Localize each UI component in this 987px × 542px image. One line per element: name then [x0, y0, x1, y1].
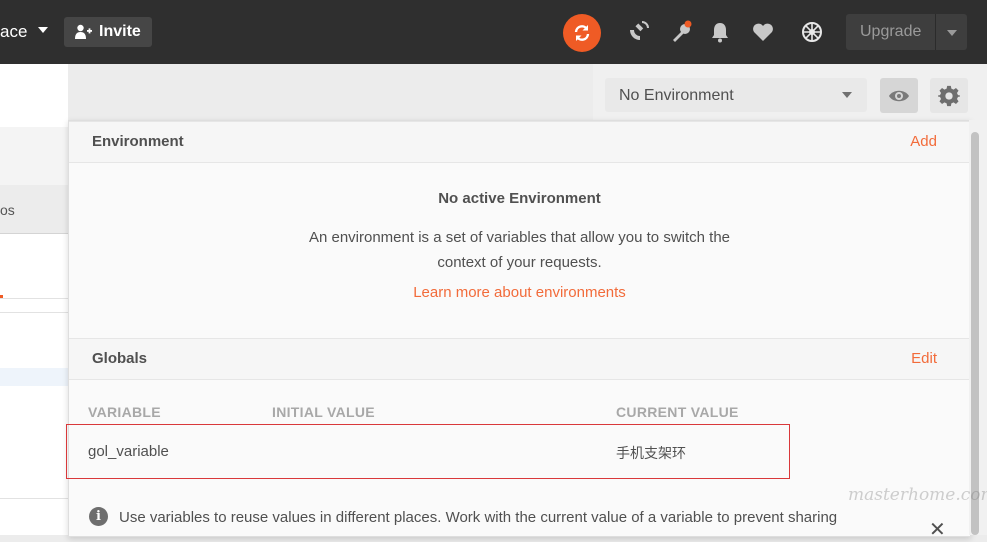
eye-icon: [889, 90, 909, 102]
upgrade-divider: [935, 14, 936, 50]
sync-button[interactable]: [563, 14, 601, 52]
upgrade-button[interactable]: Upgrade: [846, 14, 967, 50]
sidebar-header-row: [0, 127, 68, 186]
watermark: masterhome.com: [848, 485, 987, 505]
sidebar-divider: [0, 298, 68, 299]
scrollbar-thumb[interactable]: [971, 132, 979, 535]
current-value-cell: 手机支架环: [616, 446, 686, 462]
upgrade-dropdown-icon[interactable]: [947, 30, 957, 36]
invite-button[interactable]: Invite: [64, 17, 152, 47]
sidebar-divider: [0, 498, 68, 499]
manage-environments-button[interactable]: [930, 78, 968, 113]
satellite-icon[interactable]: [626, 20, 650, 44]
sidebar-tab[interactable]: os: [0, 185, 68, 234]
gear-icon: [938, 85, 960, 107]
top-bar: ace Invite Upgrade: [0, 0, 987, 64]
empty-state-title: No active Environment: [438, 190, 601, 207]
empty-state-description: An environment is a set of variables tha…: [308, 229, 731, 246]
environment-quick-look-button[interactable]: [880, 78, 918, 113]
learn-more-link[interactable]: Learn more about environments: [69, 284, 970, 301]
settings-wheel-icon[interactable]: [800, 20, 824, 44]
chevron-down-icon: [842, 92, 852, 98]
add-environment-link[interactable]: Add: [910, 133, 937, 150]
environment-select-value: No Environment: [619, 87, 734, 104]
environment-select[interactable]: No Environment: [605, 78, 867, 112]
workspace-label[interactable]: ace: [0, 22, 27, 42]
sync-icon: [574, 25, 590, 41]
info-icon: i: [89, 507, 108, 526]
column-header-initial-value: INITIAL VALUE: [272, 404, 375, 420]
column-header-current-value: CURRENT VALUE: [616, 404, 739, 420]
sidebar-indicator: [0, 295, 3, 298]
variable-name-cell: gol_variable: [88, 443, 169, 460]
invite-label: Invite: [99, 23, 141, 40]
sidebar-selected-row[interactable]: [0, 368, 68, 386]
edit-globals-link[interactable]: Edit: [911, 350, 937, 367]
globals-section-header: Globals Edit: [69, 338, 970, 380]
column-header-variable: VARIABLE: [88, 404, 161, 420]
sidebar-tab-label: os: [0, 202, 15, 218]
environment-section-title: Environment: [92, 133, 184, 150]
notification-wrench-icon[interactable]: [670, 20, 694, 44]
empty-state-description: context of your requests.: [437, 254, 602, 271]
environment-section-header: Environment Add: [69, 121, 970, 163]
sidebar-divider: [0, 312, 68, 313]
close-icon[interactable]: ✕: [929, 517, 946, 542]
environment-popover: Environment Add No active Environment An…: [66, 120, 971, 541]
upgrade-label: Upgrade: [860, 23, 922, 40]
info-message: Use variables to reuse values in differe…: [119, 509, 838, 526]
add-user-icon: [75, 24, 92, 39]
bell-icon[interactable]: [708, 20, 732, 44]
heart-icon[interactable]: [751, 20, 775, 44]
globals-section-title: Globals: [92, 350, 148, 367]
workspace-caret-icon[interactable]: [38, 27, 48, 33]
